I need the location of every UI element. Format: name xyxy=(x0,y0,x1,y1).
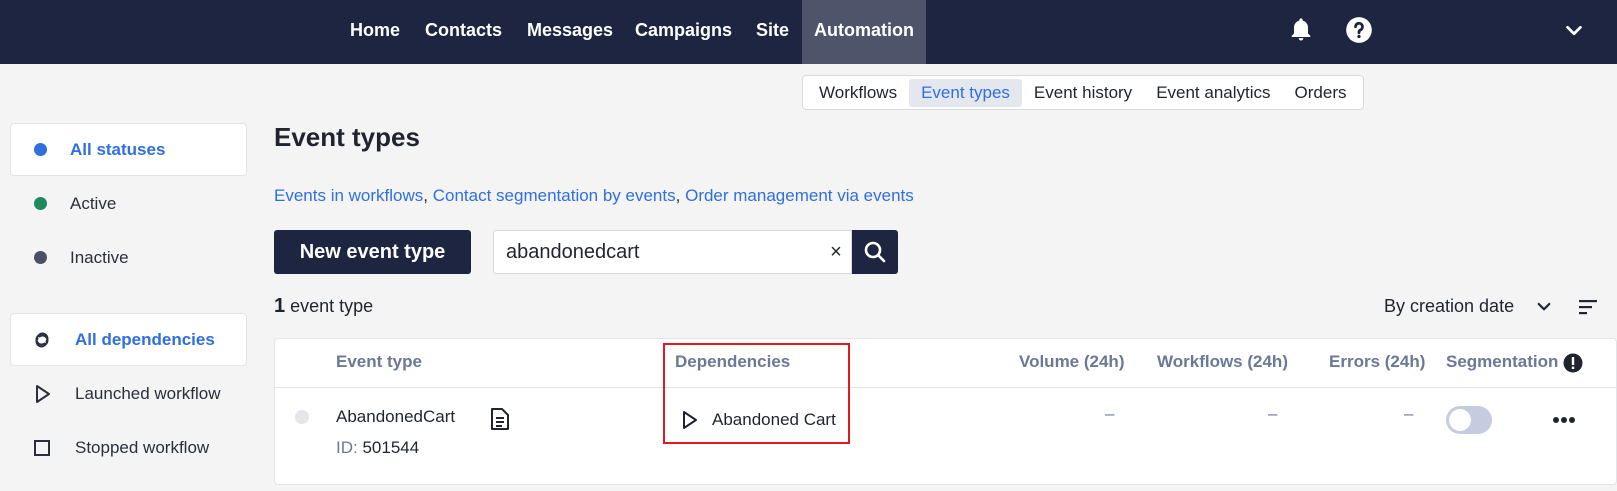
column-header-workflows: Workflows (24h) xyxy=(1157,352,1288,371)
help-links: Events in workflows, Contact segmentatio… xyxy=(274,186,914,206)
nav-automation[interactable]: Automation xyxy=(802,0,926,64)
search-input[interactable]: abandonedcart xyxy=(493,230,852,274)
nav-contacts[interactable]: Contacts xyxy=(425,0,502,64)
search-button[interactable] xyxy=(852,230,898,274)
info-alert-icon[interactable] xyxy=(1563,353,1583,373)
sidebar-item-label: All statuses xyxy=(70,140,166,159)
sidebar-item-all-dependencies[interactable]: All dependencies xyxy=(10,313,247,366)
tab-workflows[interactable]: Workflows xyxy=(807,79,909,107)
column-header-volume: Volume (24h) xyxy=(1019,352,1125,371)
sidebar-item-inactive[interactable]: Inactive xyxy=(10,231,247,284)
workflows-value: – xyxy=(1268,404,1278,423)
chevron-down-icon[interactable] xyxy=(1535,298,1553,316)
table-header-divider xyxy=(274,387,1617,388)
play-icon xyxy=(36,385,50,403)
sidebar-item-launched-workflow[interactable]: Launched workflow xyxy=(10,367,247,420)
link-contact-segmentation[interactable]: Contact segmentation by events xyxy=(433,186,676,205)
tab-event-history[interactable]: Event history xyxy=(1022,79,1144,107)
event-type-id: ID: 501544 xyxy=(336,438,419,458)
chevron-down-icon[interactable] xyxy=(1562,20,1586,42)
result-count-number: 1 xyxy=(274,295,286,317)
new-event-type-button[interactable]: New event type xyxy=(274,230,471,274)
tab-orders[interactable]: Orders xyxy=(1283,79,1359,107)
status-dot-icon xyxy=(34,197,47,210)
tab-event-types[interactable]: Event types xyxy=(909,78,1022,107)
toggle-knob xyxy=(1449,409,1471,431)
nav-home[interactable]: Home xyxy=(350,0,400,64)
automation-subnav: Workflows Event types Event history Even… xyxy=(802,75,1364,110)
dependencies-highlight-box xyxy=(663,343,850,444)
sidebar-item-label: Launched workflow xyxy=(75,384,221,403)
nav-site[interactable]: Site xyxy=(756,0,789,64)
status-dot-icon xyxy=(34,251,47,264)
sidebar-item-stopped-workflow[interactable]: Stopped workflow xyxy=(10,421,247,474)
sort-order-icon[interactable] xyxy=(1578,298,1598,316)
clear-search-icon[interactable]: × xyxy=(826,240,846,264)
column-header-event-type: Event type xyxy=(336,352,422,371)
status-dot-icon xyxy=(34,143,47,156)
id-value: 501544 xyxy=(362,438,420,457)
sidebar-item-all-statuses[interactable]: All statuses xyxy=(10,123,247,176)
sidebar-item-label: All dependencies xyxy=(75,330,215,349)
sidebar-item-label: Stopped workflow xyxy=(75,438,210,457)
nav-messages[interactable]: Messages xyxy=(527,0,613,64)
row-status-dot-icon xyxy=(295,410,309,424)
stop-icon xyxy=(34,440,50,456)
sidebar-item-active[interactable]: Active xyxy=(10,177,247,230)
link-order-management[interactable]: Order management via events xyxy=(685,186,914,205)
column-header-segmentation: Segmentation xyxy=(1446,352,1559,371)
sort-select[interactable]: By creation date xyxy=(1384,296,1514,317)
help-icon[interactable] xyxy=(1345,16,1373,44)
link-separator: , xyxy=(423,186,429,205)
volume-value: – xyxy=(1105,404,1115,423)
tab-event-analytics[interactable]: Event analytics xyxy=(1144,79,1282,107)
result-count: 1 event type xyxy=(274,295,373,318)
event-type-name[interactable]: AbandonedCart xyxy=(336,407,455,427)
sidebar-item-label: Active xyxy=(70,194,117,213)
document-icon[interactable] xyxy=(489,407,511,431)
link-icon xyxy=(35,332,49,348)
column-header-errors: Errors (24h) xyxy=(1329,352,1426,371)
sidebar-item-label: Inactive xyxy=(70,248,129,267)
link-events-in-workflows[interactable]: Events in workflows xyxy=(274,186,423,205)
search-icon xyxy=(864,241,886,263)
id-label: ID: xyxy=(336,438,358,457)
result-count-label: event type xyxy=(290,296,374,316)
link-separator: , xyxy=(675,186,681,205)
segmentation-toggle[interactable] xyxy=(1446,406,1492,434)
page-title: Event types xyxy=(274,122,420,152)
nav-campaigns[interactable]: Campaigns xyxy=(635,0,732,64)
errors-value: – xyxy=(1404,404,1414,423)
bell-icon[interactable] xyxy=(1287,16,1315,44)
more-options-icon[interactable] xyxy=(1552,416,1576,424)
